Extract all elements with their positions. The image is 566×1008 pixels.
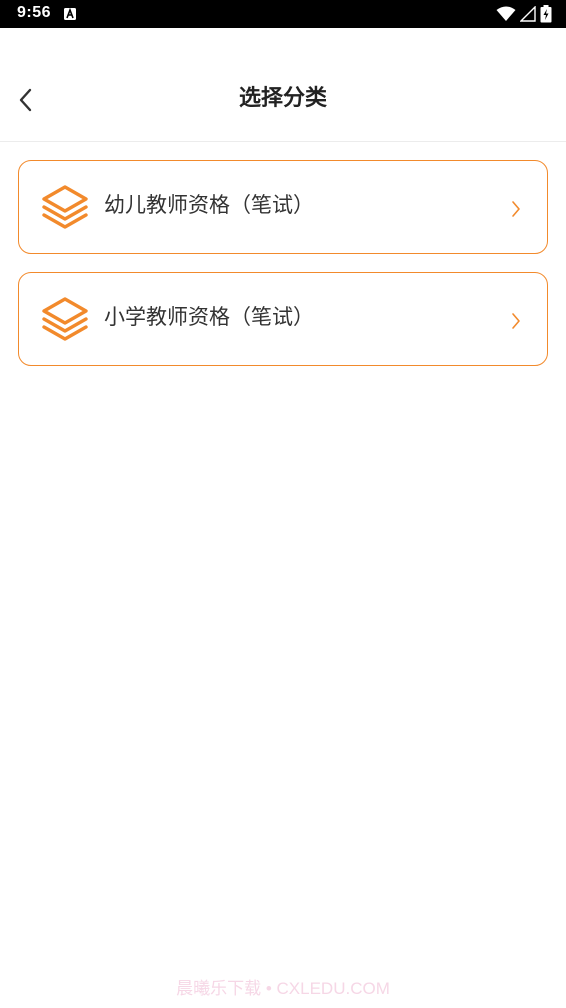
- layers-icon: [42, 297, 88, 341]
- category-label: 小学教师资格（笔试）: [104, 305, 314, 329]
- category-item-primary-school[interactable]: 小学教师资格（笔试）: [18, 272, 548, 366]
- chevron-right-icon: [512, 313, 520, 329]
- status-bar: 9:56: [0, 0, 566, 28]
- category-label: 幼儿教师资格（笔试）: [104, 193, 314, 217]
- notification-a-icon: [64, 8, 76, 20]
- layers-icon: [42, 185, 88, 229]
- status-icons: [496, 5, 552, 23]
- wifi-icon: [496, 6, 516, 21]
- battery-icon: [540, 5, 552, 23]
- status-time: 9:56: [17, 4, 52, 21]
- chevron-right-icon: [512, 201, 520, 217]
- signal-icon: [520, 6, 536, 22]
- page-title: 选择分类: [238, 86, 327, 111]
- watermark: 晨曦乐下载 • CXLEDU.COM: [176, 979, 390, 998]
- category-item-kindergarten[interactable]: 幼儿教师资格（笔试）: [18, 160, 548, 254]
- header: 选择分类: [0, 28, 566, 142]
- category-list: 幼儿教师资格（笔试） 小学教师资格（笔试）: [18, 160, 548, 384]
